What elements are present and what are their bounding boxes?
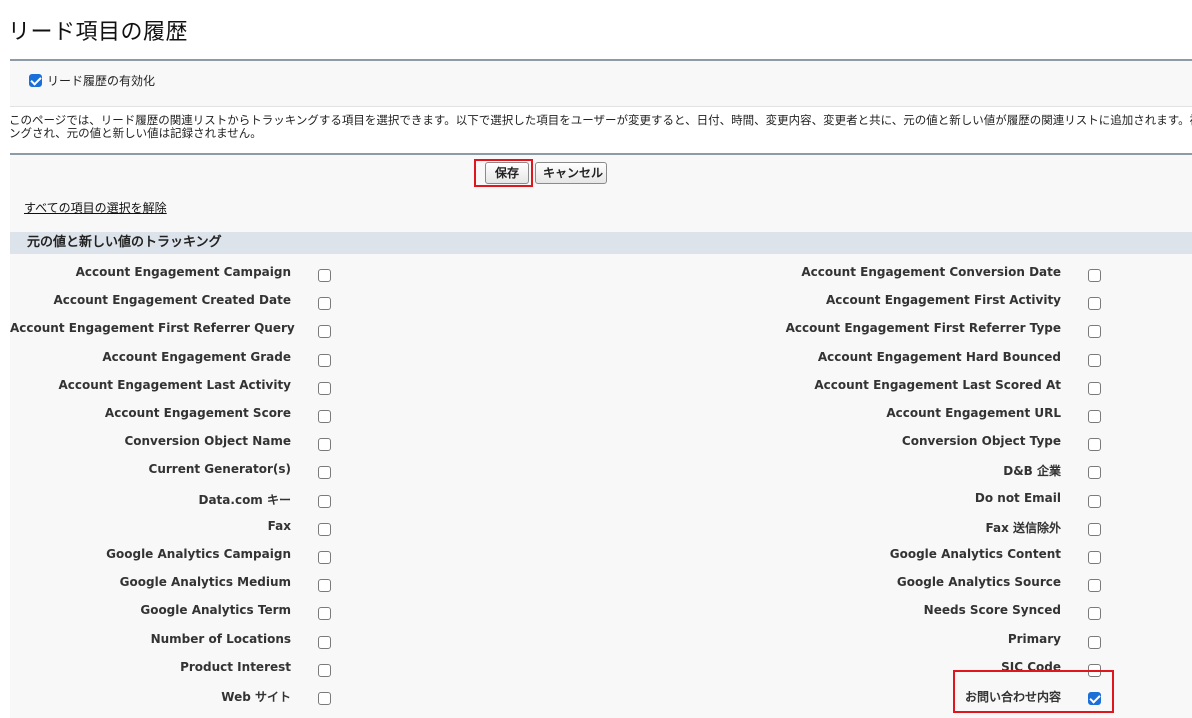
page-description: このページでは、リード履歴の関連リストからトラッキングする項目を選択できます。以… — [9, 114, 1192, 140]
field-label: Data.com キー — [198, 493, 292, 507]
field-track-checkbox[interactable] — [318, 410, 331, 423]
field-track-checkbox[interactable] — [318, 692, 331, 705]
save-button[interactable]: 保存 — [485, 162, 529, 184]
field-track-checkbox[interactable] — [1088, 325, 1101, 338]
field-label: Account Engagement Conversion Date — [801, 265, 1061, 279]
field-track-checkbox[interactable] — [318, 579, 331, 592]
field-track-checkbox[interactable] — [1088, 607, 1101, 620]
field-track-checkbox[interactable] — [318, 551, 331, 564]
field-track-checkbox[interactable] — [318, 607, 331, 620]
field-track-checkbox[interactable] — [1088, 664, 1101, 677]
field-label: Google Analytics Content — [889, 547, 1061, 561]
field-label: Account Engagement Last Scored At — [814, 378, 1061, 392]
field-track-checkbox[interactable] — [318, 664, 331, 677]
field-label: Account Engagement Last Activity — [58, 378, 291, 392]
field-label: Fax 送信除外 — [985, 521, 1061, 535]
history-enable-panel: リード履歴の有効化 — [10, 59, 1192, 107]
field-label: Number of Locations — [150, 632, 291, 646]
field-track-checkbox[interactable] — [1088, 636, 1101, 649]
field-track-checkbox[interactable] — [318, 636, 331, 649]
field-track-checkbox[interactable] — [1088, 523, 1101, 536]
field-label: Account Engagement First Referrer Type — [785, 321, 1061, 335]
field-track-checkbox[interactable] — [1088, 354, 1101, 367]
field-track-checkbox[interactable] — [318, 297, 331, 310]
enable-history-checkbox[interactable] — [29, 74, 42, 87]
field-label: お問い合わせ内容 — [964, 690, 1061, 704]
field-track-checkbox[interactable] — [318, 523, 331, 536]
field-label: Conversion Object Type — [901, 434, 1061, 448]
field-label: SIC Code — [1001, 660, 1061, 674]
field-track-checkbox[interactable] — [318, 354, 331, 367]
field-track-checkbox[interactable] — [1088, 438, 1101, 451]
field-label: Account Engagement Created Date — [53, 293, 291, 307]
field-label: Product Interest — [180, 660, 291, 674]
field-track-checkbox[interactable] — [318, 269, 331, 282]
field-track-checkbox[interactable] — [318, 438, 331, 451]
enable-history-label: リード履歴の有効化 — [47, 74, 156, 88]
field-label: Account Engagement Hard Bounced — [817, 350, 1061, 364]
field-track-checkbox[interactable] — [318, 466, 331, 479]
field-track-checkbox[interactable] — [1088, 410, 1101, 423]
field-track-checkbox[interactable] — [318, 325, 331, 338]
field-label: Primary — [1007, 632, 1061, 646]
field-label: D&B 企業 — [1003, 464, 1061, 478]
field-track-checkbox[interactable] — [1088, 269, 1101, 282]
field-track-checkbox[interactable] — [1088, 382, 1101, 395]
field-label: Google Analytics Campaign — [106, 547, 291, 561]
field-track-checkbox[interactable] — [318, 382, 331, 395]
field-label: Google Analytics Medium — [119, 575, 291, 589]
deselect-all-link[interactable]: すべての項目の選択を解除 — [24, 199, 167, 216]
field-track-checkbox[interactable] — [1088, 692, 1101, 705]
field-label: Account Engagement First Activity — [825, 293, 1061, 307]
field-label: Fax — [267, 519, 291, 533]
field-label: Account Engagement Score — [104, 406, 291, 420]
field-track-checkbox[interactable] — [1088, 466, 1101, 479]
field-label: Do not Email — [974, 491, 1061, 505]
page-title: リード項目の履歴 — [8, 20, 189, 45]
section-header: 元の値と新しい値のトラッキング — [10, 232, 1192, 254]
field-label: Account Engagement First Referrer Query — [10, 321, 295, 335]
field-track-checkbox[interactable] — [1088, 495, 1101, 508]
cancel-button[interactable]: キャンセル — [535, 162, 607, 184]
field-tracking-panel: 保存 キャンセル すべての項目の選択を解除 元の値と新しい値のトラッキング Ac… — [10, 153, 1192, 718]
field-label: Current Generator(s) — [148, 462, 291, 476]
description-line-2: ングされ、元の値と新しい値は記録されません。 — [9, 126, 262, 140]
field-label: Needs Score Synced — [923, 603, 1061, 617]
field-label: Account Engagement URL — [886, 406, 1061, 420]
field-label: Account Engagement Campaign — [75, 265, 291, 279]
field-label: Account Engagement Grade — [102, 350, 291, 364]
field-label: Google Analytics Term — [140, 603, 291, 617]
field-label: Web サイト — [221, 690, 291, 704]
field-label: Conversion Object Name — [124, 434, 291, 448]
field-track-checkbox[interactable] — [318, 495, 331, 508]
field-track-checkbox[interactable] — [1088, 579, 1101, 592]
field-track-checkbox[interactable] — [1088, 297, 1101, 310]
field-track-checkbox[interactable] — [1088, 551, 1101, 564]
field-label: Google Analytics Source — [896, 575, 1061, 589]
